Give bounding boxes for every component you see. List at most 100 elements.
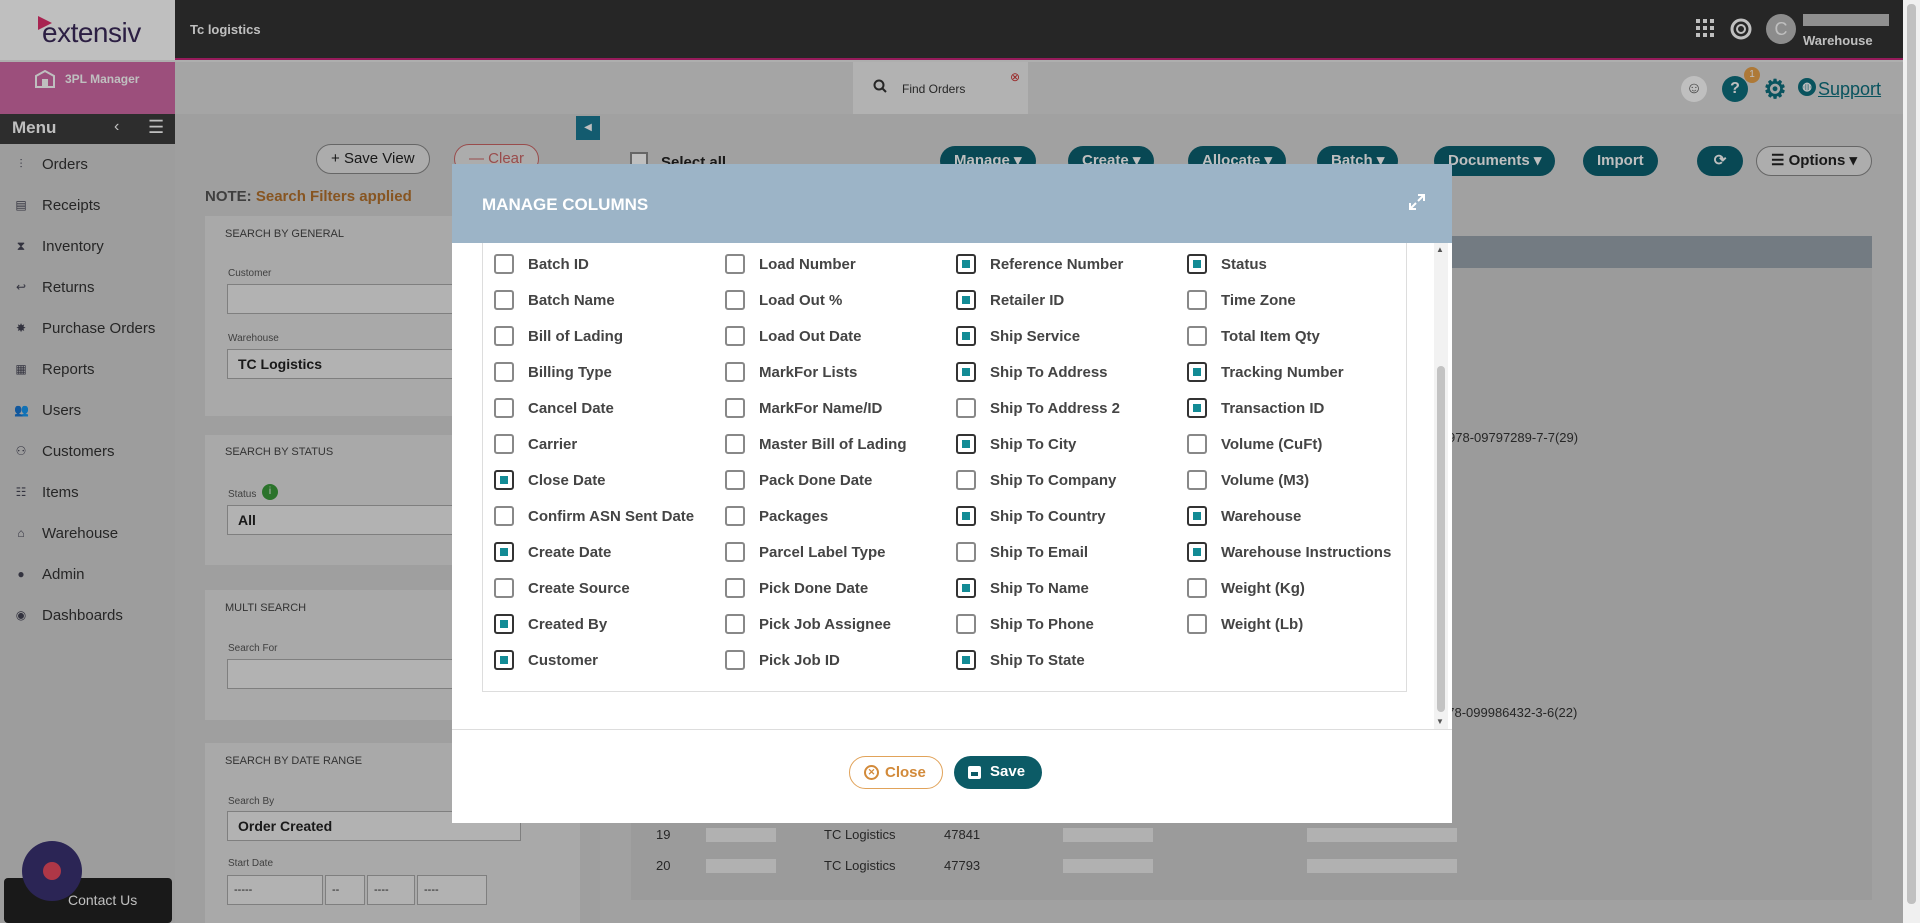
column-checkbox[interactable] [1187,542,1207,562]
column-option-ship-to-city[interactable]: Ship To City [956,432,1176,456]
column-checkbox[interactable] [1187,578,1207,598]
column-option-create-date[interactable]: Create Date [494,540,714,564]
column-option-ship-service[interactable]: Ship Service [956,324,1176,348]
column-option-carrier[interactable]: Carrier [494,432,714,456]
column-option-volume-cuft[interactable]: Volume (CuFt) [1187,432,1407,456]
column-checkbox[interactable] [1187,506,1207,526]
column-checkbox[interactable] [956,506,976,526]
column-checkbox[interactable] [956,362,976,382]
column-checkbox[interactable] [494,398,514,418]
column-option-total-item-qty[interactable]: Total Item Qty [1187,324,1407,348]
scroll-down-icon[interactable]: ▼ [1436,717,1444,726]
column-checkbox[interactable] [725,362,745,382]
column-option-created-by[interactable]: Created By [494,612,714,636]
column-option-load-out-date[interactable]: Load Out Date [725,324,945,348]
column-option-confirm-asn-sent-date[interactable]: Confirm ASN Sent Date [494,504,714,528]
column-checkbox[interactable] [725,506,745,526]
column-checkbox[interactable] [956,542,976,562]
column-checkbox[interactable] [725,470,745,490]
column-option-bill-of-lading[interactable]: Bill of Lading [494,324,714,348]
column-checkbox[interactable] [725,614,745,634]
dialog-scrollbar[interactable]: ▲ ▼ [1434,243,1448,729]
column-option-parcel-label-type[interactable]: Parcel Label Type [725,540,945,564]
column-option-cancel-date[interactable]: Cancel Date [494,396,714,420]
column-option-load-out[interactable]: Load Out % [725,288,945,312]
column-option-packages[interactable]: Packages [725,504,945,528]
expand-icon[interactable] [1409,194,1425,210]
column-checkbox[interactable] [725,290,745,310]
column-checkbox[interactable] [725,542,745,562]
column-option-load-number[interactable]: Load Number [725,252,945,276]
column-option-ship-to-name[interactable]: Ship To Name [956,576,1176,600]
column-option-markfor-name-id[interactable]: MarkFor Name/ID [725,396,945,420]
column-option-warehouse-instructions[interactable]: Warehouse Instructions [1187,540,1407,564]
column-checkbox[interactable] [1187,254,1207,274]
column-checkbox[interactable] [956,434,976,454]
page-scrollbar[interactable] [1903,0,1920,923]
column-checkbox[interactable] [494,542,514,562]
column-option-close-date[interactable]: Close Date [494,468,714,492]
column-option-time-zone[interactable]: Time Zone [1187,288,1407,312]
column-option-customer[interactable]: Customer [494,648,714,672]
column-option-ship-to-country[interactable]: Ship To Country [956,504,1176,528]
column-checkbox[interactable] [956,578,976,598]
column-option-tracking-number[interactable]: Tracking Number [1187,360,1407,384]
column-option-pack-done-date[interactable]: Pack Done Date [725,468,945,492]
column-option-volume-m3[interactable]: Volume (M3) [1187,468,1407,492]
column-option-pick-done-date[interactable]: Pick Done Date [725,576,945,600]
column-checkbox[interactable] [494,614,514,634]
column-option-master-bill-of-lading[interactable]: Master Bill of Lading [725,432,945,456]
column-checkbox[interactable] [494,254,514,274]
column-option-pick-job-id[interactable]: Pick Job ID [725,648,945,672]
column-checkbox[interactable] [725,326,745,346]
column-checkbox[interactable] [494,650,514,670]
column-option-create-source[interactable]: Create Source [494,576,714,600]
column-checkbox[interactable] [725,650,745,670]
column-option-ship-to-phone[interactable]: Ship To Phone [956,612,1176,636]
column-option-ship-to-address-2[interactable]: Ship To Address 2 [956,396,1176,420]
column-checkbox[interactable] [956,614,976,634]
column-option-pick-job-assignee[interactable]: Pick Job Assignee [725,612,945,636]
column-checkbox[interactable] [956,254,976,274]
column-checkbox[interactable] [725,434,745,454]
column-checkbox[interactable] [1187,470,1207,490]
column-option-weight-kg[interactable]: Weight (Kg) [1187,576,1407,600]
column-option-ship-to-company[interactable]: Ship To Company [956,468,1176,492]
column-checkbox[interactable] [956,650,976,670]
column-option-retailer-id[interactable]: Retailer ID [956,288,1176,312]
column-checkbox[interactable] [956,290,976,310]
column-checkbox[interactable] [956,398,976,418]
column-checkbox[interactable] [725,254,745,274]
column-option-warehouse[interactable]: Warehouse [1187,504,1407,528]
column-checkbox[interactable] [494,362,514,382]
column-checkbox[interactable] [725,578,745,598]
column-checkbox[interactable] [494,290,514,310]
dialog-scroll-thumb[interactable] [1437,366,1445,712]
column-checkbox[interactable] [725,398,745,418]
save-button[interactable]: Save [954,756,1042,789]
column-option-weight-lb[interactable]: Weight (Lb) [1187,612,1407,636]
column-option-billing-type[interactable]: Billing Type [494,360,714,384]
column-checkbox[interactable] [494,578,514,598]
column-checkbox[interactable] [956,326,976,346]
column-option-transaction-id[interactable]: Transaction ID [1187,396,1407,420]
column-checkbox[interactable] [494,506,514,526]
column-checkbox[interactable] [1187,290,1207,310]
column-option-ship-to-email[interactable]: Ship To Email [956,540,1176,564]
column-option-ship-to-address[interactable]: Ship To Address [956,360,1176,384]
column-checkbox[interactable] [494,434,514,454]
column-checkbox[interactable] [494,470,514,490]
column-checkbox[interactable] [1187,614,1207,634]
column-option-ship-to-state[interactable]: Ship To State [956,648,1176,672]
column-option-batch-name[interactable]: Batch Name [494,288,714,312]
column-checkbox[interactable] [1187,326,1207,346]
column-checkbox[interactable] [956,470,976,490]
column-checkbox[interactable] [1187,434,1207,454]
column-option-markfor-lists[interactable]: MarkFor Lists [725,360,945,384]
page-scroll-thumb[interactable] [1907,4,1916,904]
column-checkbox[interactable] [1187,362,1207,382]
column-option-status[interactable]: Status [1187,252,1407,276]
close-button[interactable]: ✕ Close [849,756,943,789]
column-option-reference-number[interactable]: Reference Number [956,252,1176,276]
column-checkbox[interactable] [1187,398,1207,418]
